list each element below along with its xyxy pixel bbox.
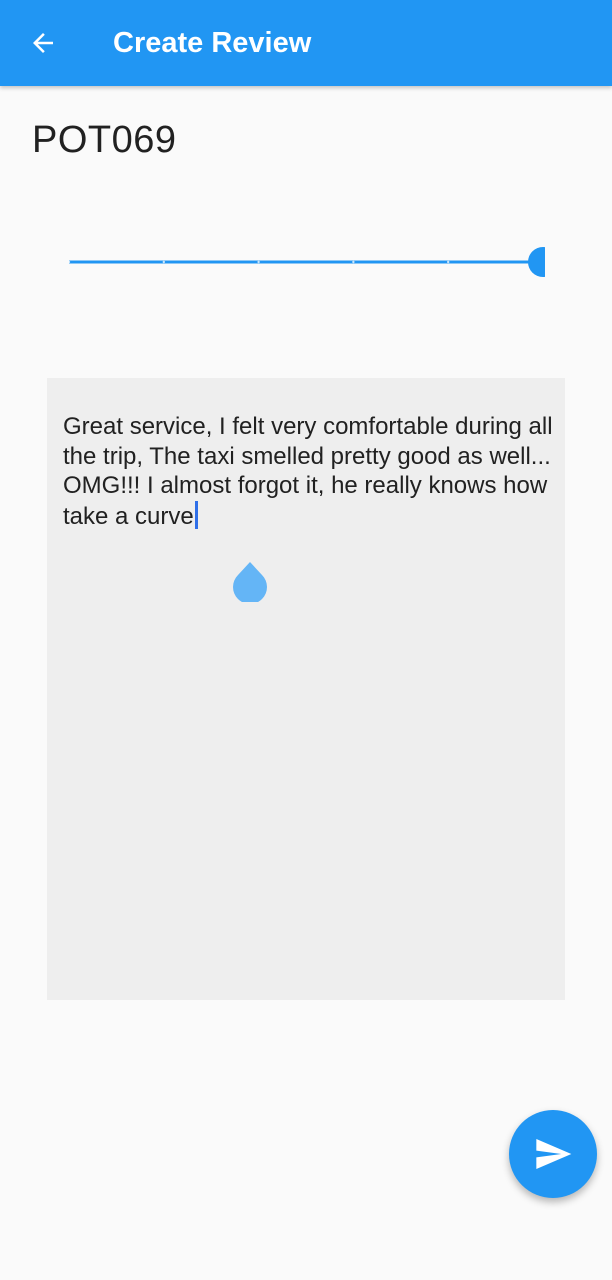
text-selection-handle[interactable] xyxy=(233,562,267,602)
send-icon xyxy=(536,1139,572,1169)
send-review-button[interactable] xyxy=(509,1110,597,1198)
slider-tick xyxy=(447,260,450,264)
slider-thumb[interactable] xyxy=(528,247,558,277)
review-text-content: Great service, I felt very comfortable d… xyxy=(63,412,553,531)
rating-slider[interactable] xyxy=(67,238,558,286)
trip-code-label: POT069 xyxy=(32,119,177,161)
arrow-back-icon xyxy=(33,33,53,53)
slider-tick xyxy=(352,260,355,264)
rating-slider-track xyxy=(67,247,558,277)
text-cursor xyxy=(194,500,198,529)
back-button[interactable] xyxy=(18,18,68,68)
create-review-screen: Create Review POT069 Great service, I fe… xyxy=(0,0,612,1280)
app-bar: Create Review xyxy=(0,0,612,86)
slider-tick xyxy=(162,260,165,264)
review-text-area[interactable]: Great service, I felt very comfortable d… xyxy=(47,378,565,1000)
page-title: Create Review xyxy=(113,27,312,59)
review-text-value: Great service, I felt very comfortable d… xyxy=(63,413,553,530)
slider-tick xyxy=(257,260,260,264)
